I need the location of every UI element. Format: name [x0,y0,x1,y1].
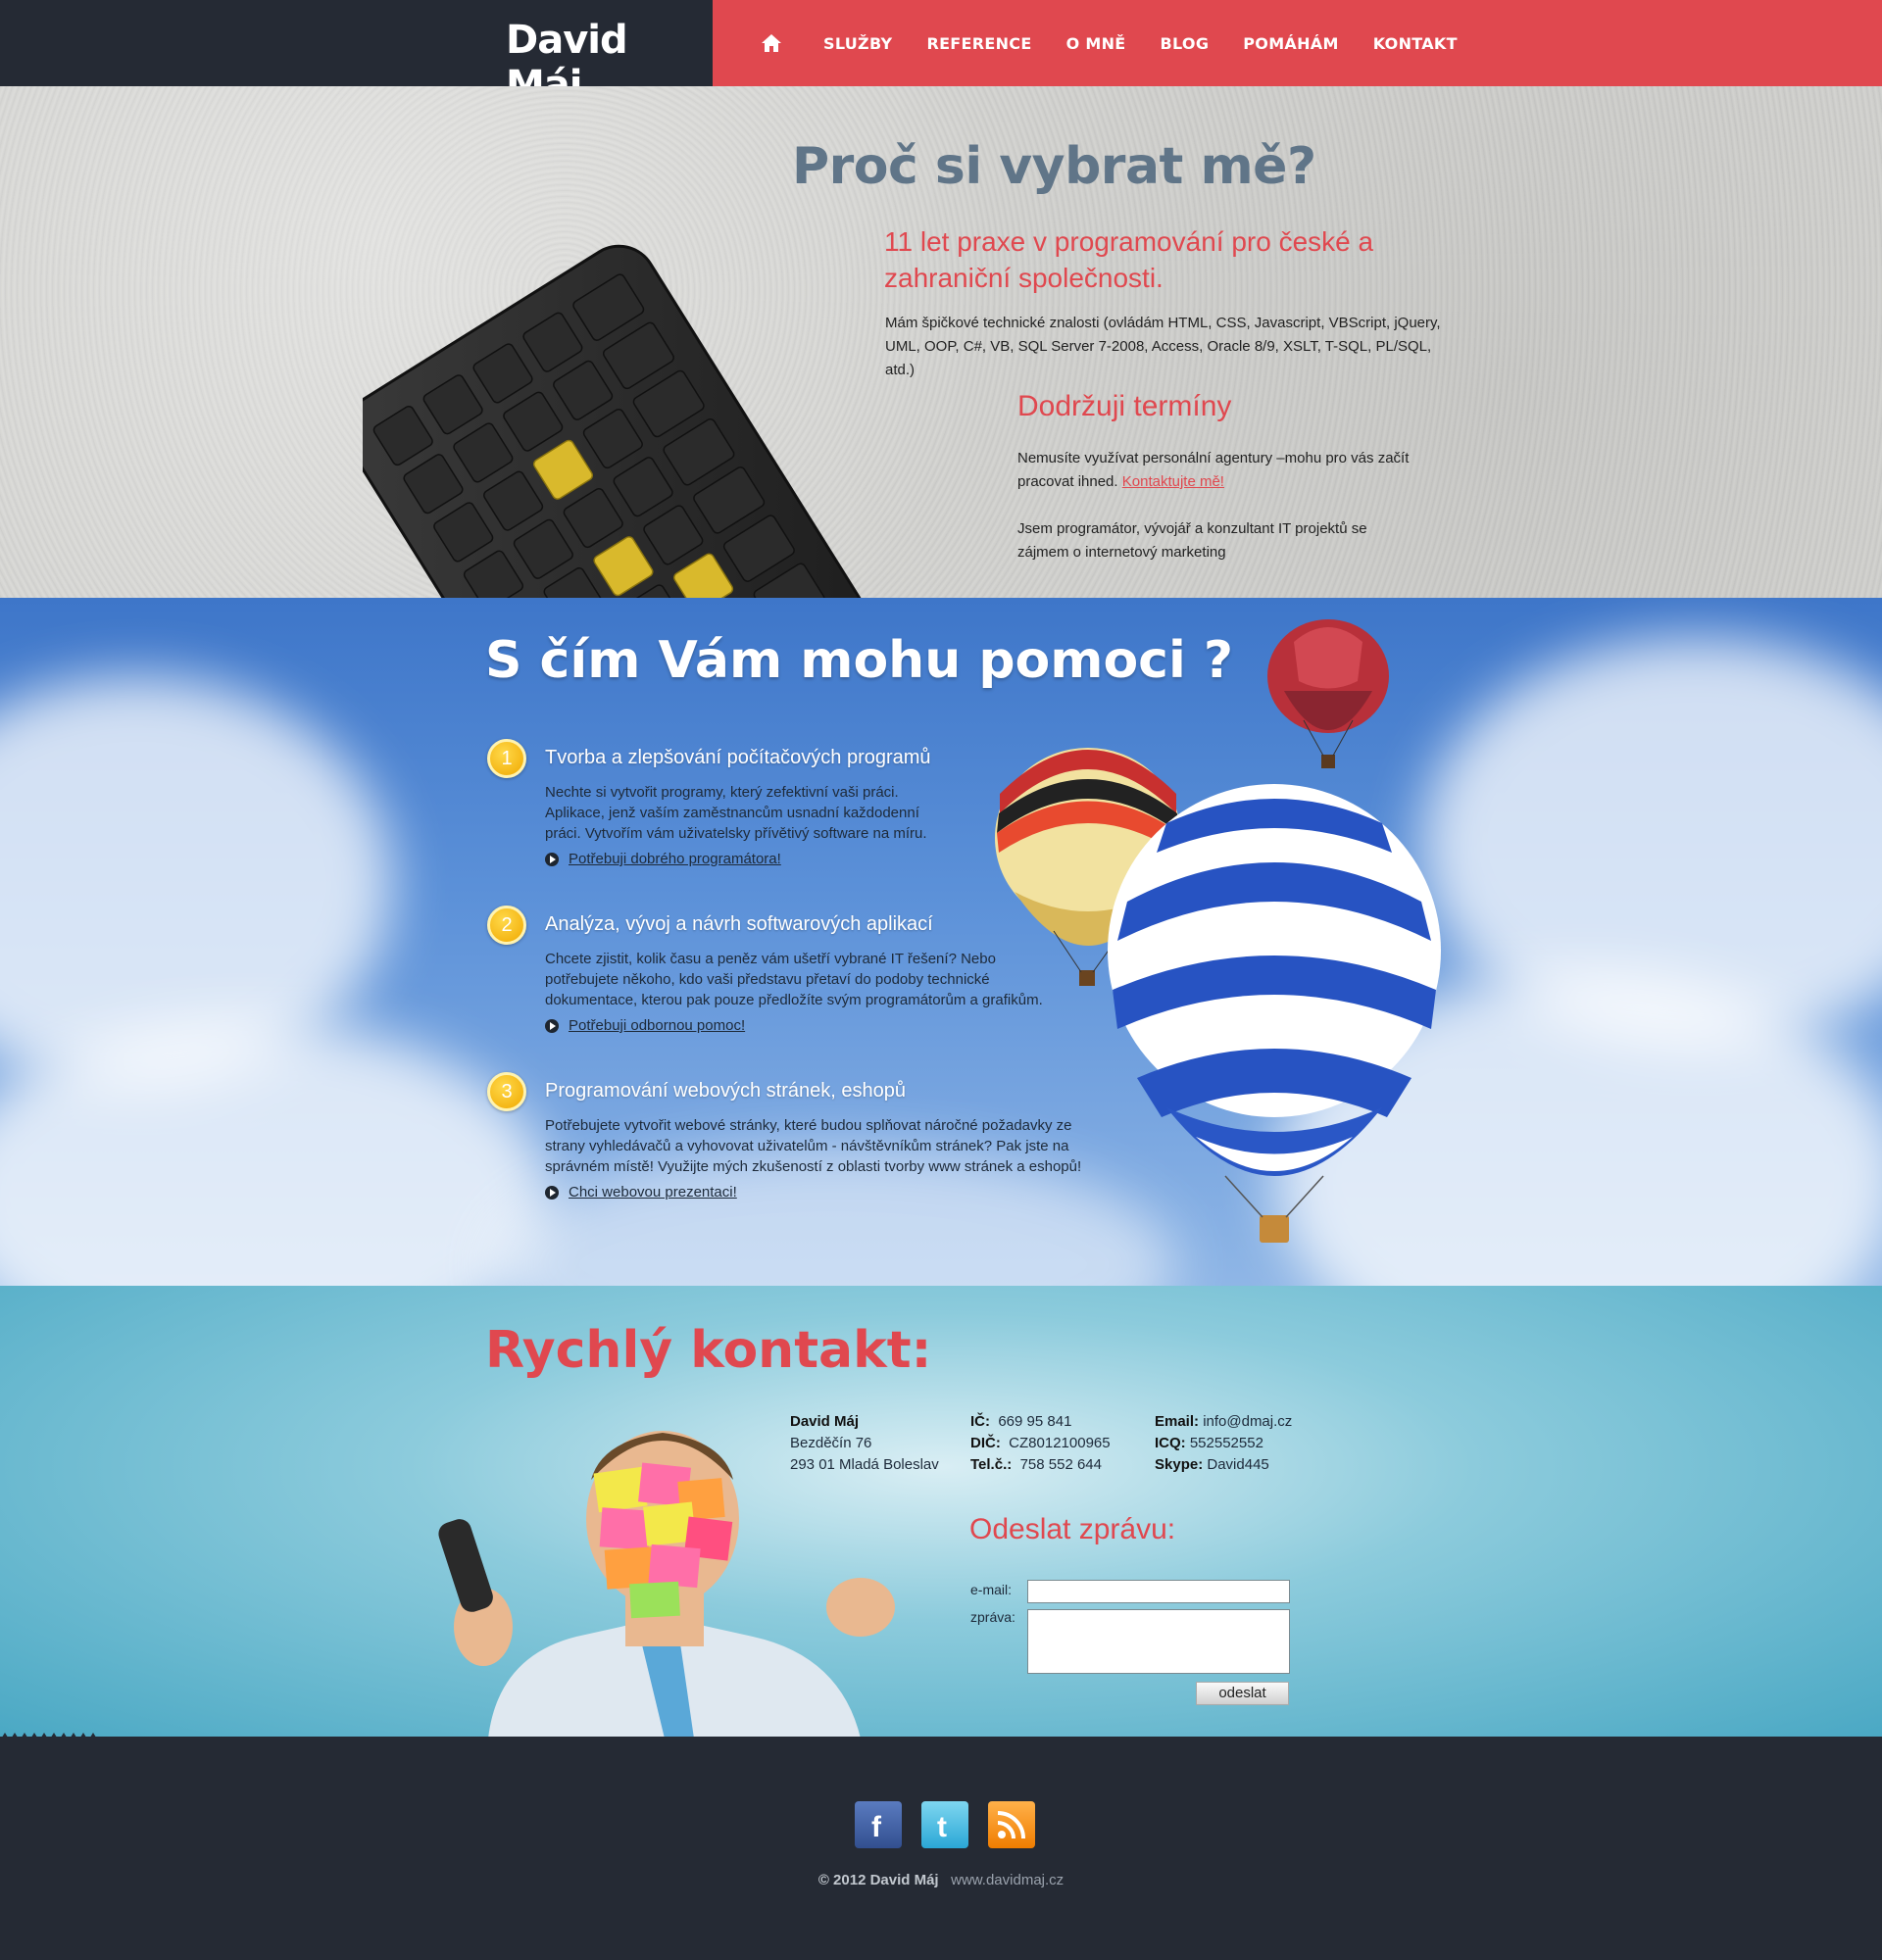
contact-company-ids: IČ: 669 95 841 DIČ: CZ8012100965 Tel.č.:… [970,1411,1111,1476]
service-link[interactable]: Potřebuji odbornou pomoc! [545,1017,745,1034]
about-text: Jsem programátor, vývojář a konzultant I… [1017,520,1367,561]
contact-ic: IČ: 669 95 841 [970,1413,1072,1430]
contact-dic: DIČ: CZ8012100965 [970,1435,1111,1451]
nav-item-blog[interactable]: BLOG [1161,34,1210,53]
copyright-text: © 2012 David Máj [817,1872,939,1888]
rss-icon[interactable] [988,1801,1035,1848]
service-link[interactable]: Chci webovou prezentaci! [545,1184,737,1200]
contact-title: Rychlý kontakt: [485,1321,932,1380]
facebook-icon[interactable]: f [855,1801,902,1848]
cloud-decoration [0,1019,549,1286]
arrow-bullet-icon [545,852,559,866]
service-title: Tvorba a zlepšování počítačových program… [545,747,931,768]
footer-site-link[interactable]: www.davidmaj.cz [951,1872,1064,1888]
nav-item-kontakt[interactable]: KONTAKT [1373,34,1458,53]
contact-tel: Tel.č.: 758 552 644 [970,1456,1102,1473]
service-number-badge: 1 [487,739,526,778]
hero-skills-text: Mám špičkové technické znalosti (ovládám… [885,315,1441,378]
contact-address: David Máj Bezděčín 76 293 01 Mladá Boles… [790,1411,939,1476]
nav-item-sluzby[interactable]: SLUŽBY [823,34,892,53]
hot-air-balloons-image [995,619,1441,1243]
service-link[interactable]: Potřebuji dobrého programátora! [545,851,781,867]
contact-section: Rychlý kontakt: David Máj Bezděčín 76 29… [0,1286,1882,1739]
contact-email: Email: info@dmaj.cz [1155,1413,1293,1430]
service-link-label: Potřebuji odbornou pomoc! [569,1017,746,1034]
nav-item-o-mne[interactable]: O MNĚ [1066,34,1126,53]
hero-subtitle: 11 let praxe v programování pro české a … [884,226,1374,293]
svg-text:f: f [871,1811,882,1843]
twitter-icon[interactable]: t [921,1801,968,1848]
nav-item-pomaham[interactable]: POMÁHÁM [1243,34,1338,53]
contact-me-link[interactable]: Kontaktujte mě! [1122,473,1224,490]
contact-city: 293 01 Mladá Boleslav [790,1456,939,1473]
contact-online: Email: info@dmaj.cz ICQ: 552552552 Skype… [1155,1411,1292,1476]
send-message-title: Odeslat zprávu: [969,1513,1176,1545]
arrow-bullet-icon [545,1185,559,1200]
email-input[interactable] [1027,1580,1290,1603]
deadlines-text: Nemusíte využívat personální agentury –m… [1017,447,1410,494]
submit-button[interactable]: odeslat [1196,1682,1289,1705]
service-text: Nechte si vytvořit programy, který zefek… [545,784,927,842]
service-number-badge: 3 [487,1072,526,1111]
email-label: e-mail: [970,1582,1013,1597]
message-label: zpráva: [970,1609,1015,1625]
site-header: David Máj SLUŽBY REFERENCE O MNĚ BLOG PO… [0,0,1882,108]
hero-title: Proč si vybrat mě? [792,137,1316,196]
contact-icq: ICQ: 552552552 [1155,1435,1263,1451]
header-left-panel: David Máj [0,0,713,108]
site-footer: f t © 2012 David Máj www.davidmaj.cz [0,1733,1882,1960]
message-textarea[interactable] [1027,1609,1290,1674]
hero-section: Proč si vybrat mě? 11 let praxe v progra… [0,86,1882,606]
services-section: S čím Vám mohu pomoci ? 1 Tvorba a zlepš… [0,598,1882,1286]
service-link-label: Potřebuji dobrého programátora! [569,851,781,867]
footer-copyright: © 2012 David Máj www.davidmaj.cz [0,1872,1882,1888]
contact-street: Bezděčín 76 [790,1435,872,1451]
service-link-label: Chci webovou prezentaci! [569,1184,737,1200]
contact-skype: Skype: David445 [1155,1456,1269,1473]
arrow-bullet-icon [545,1018,559,1033]
main-nav: SLUŽBY REFERENCE O MNĚ BLOG POMÁHÁM KONT… [760,0,1492,86]
service-title: Programování webových stránek, eshopů [545,1080,906,1102]
service-title: Analýza, vývoj a návrh softwarových apli… [545,913,933,935]
svg-text:t: t [937,1811,947,1843]
contact-name: David Máj [790,1413,860,1430]
service-number-badge: 2 [487,906,526,945]
home-icon[interactable] [760,31,783,55]
deadlines-heading: Dodržuji termíny [1017,390,1232,422]
zigzag-divider [0,1733,1882,1740]
nav-item-reference[interactable]: REFERENCE [926,34,1031,53]
